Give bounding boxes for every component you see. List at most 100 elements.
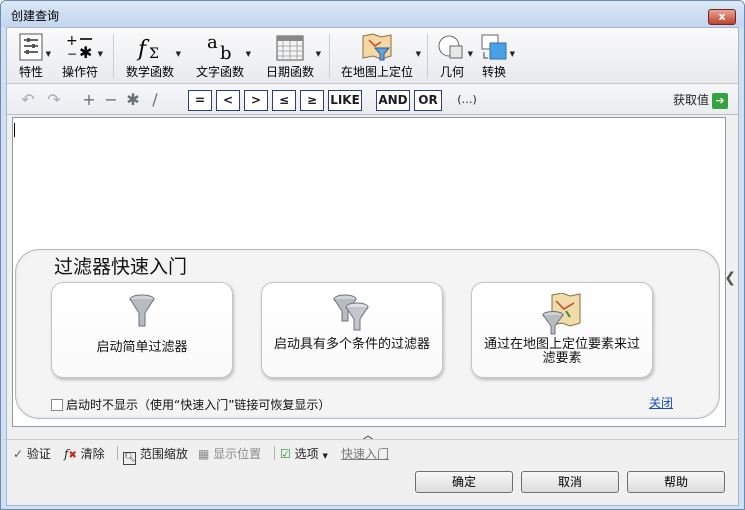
chevron-down-icon: ▼ <box>245 50 251 58</box>
greater-operator-button[interactable]: > <box>244 90 268 111</box>
chevron-down-icon: ▼ <box>322 452 328 460</box>
chevron-down-icon: ▼ <box>175 50 181 58</box>
dialog-client: ▼ 特性 + ✱ − ▼ 操作符 fΣ ▼ 数学函数 ab ▼ 文字函数 ▼ 日… <box>6 27 739 506</box>
map-funnel-icon <box>542 293 581 335</box>
convert-button[interactable]: ▼ 转换 <box>473 30 515 82</box>
convert-label: 转换 <box>481 65 506 79</box>
window-title: 创建查询 <box>11 9 60 23</box>
quick-start-link[interactable]: 快速入门 <box>341 445 389 462</box>
validate-button[interactable]: ✓ 验证 <box>13 445 51 462</box>
close-quick-start-link[interactable]: 关闭 <box>649 394 673 411</box>
close-button[interactable]: x <box>708 9 736 25</box>
zoom-icon: 🔍︎ <box>123 452 136 465</box>
options-button[interactable]: ☑ 选项 ▼ <box>280 445 328 462</box>
get-values-button[interactable]: 获取值 ➔ <box>673 91 728 109</box>
svg-text:Σ: Σ <box>149 46 159 62</box>
less-equal-operator-button[interactable]: ≤ <box>272 90 296 111</box>
like-operator-button[interactable]: LIKE <box>328 90 362 111</box>
convert-icon <box>481 34 507 60</box>
date-functions-button[interactable]: ▼ 日期函数 <box>259 30 321 82</box>
options-label: 选项 <box>294 447 319 461</box>
undo-icon[interactable]: ↶ <box>17 90 39 110</box>
date-functions-label: 日期函数 <box>265 65 314 79</box>
math-function-icon: fΣ <box>136 37 159 62</box>
checkbox-box <box>51 399 63 411</box>
bottom-toolbar: ✓ 验证 f✖ 清除 🔍︎ 范围缩放 ▦ 显示位置 ☑ 选项 ▼ 快速入门 <box>7 439 738 465</box>
funnel-icon <box>129 294 155 327</box>
function-ribbon: ▼ 特性 + ✱ − ▼ 操作符 fΣ ▼ 数学函数 ab ▼ 文字函数 ▼ 日… <box>7 28 738 84</box>
clear-label: 清除 <box>80 447 105 461</box>
or-operator-button[interactable]: OR <box>414 90 442 111</box>
properties-icon <box>19 33 43 61</box>
checkmark-icon: ✓ <box>13 447 24 461</box>
svg-text:f: f <box>136 37 150 62</box>
text-function-icon: ab <box>207 32 232 62</box>
redo-icon[interactable]: ↷ <box>43 90 65 110</box>
toolbar-divider <box>274 446 275 460</box>
create-query-window: 创建查询 x ▼ 特性 + ✱ − ▼ 操作符 fΣ ▼ 数学函数 ab ▼ 文… <box>0 0 745 510</box>
dont-show-at-startup-checkbox[interactable]: 启动时不显示（使用“快速入门”链接可恢复显示） <box>51 396 330 413</box>
locate-on-map-filter-card[interactable]: 通过在地图上定位要素来过滤要素 <box>471 282 653 378</box>
calendar-icon <box>276 35 304 61</box>
show-position-button[interactable]: ▦ 显示位置 <box>198 445 261 462</box>
svg-text:✱: ✱ <box>79 43 92 62</box>
math-functions-button[interactable]: fΣ ▼ 数学函数 <box>119 30 181 82</box>
validate-label: 验证 <box>26 447 51 461</box>
multi-condition-filter-label: 启动具有多个条件的过滤器 <box>273 337 430 352</box>
simple-filter-card[interactable]: 启动简单过滤器 <box>51 282 233 378</box>
properties-button[interactable]: ▼ 特性 <box>11 30 51 82</box>
properties-label: 特性 <box>18 65 43 79</box>
ok-button[interactable]: 确定 <box>415 471 513 493</box>
chevron-down-icon: ▼ <box>315 50 321 58</box>
help-button[interactable]: 帮助 <box>627 471 725 493</box>
locate-on-map-filter-label: 通过在地图上定位要素来过滤要素 <box>483 337 640 366</box>
checkbox-checked-icon: ☑ <box>280 447 291 461</box>
chevron-down-icon: ▼ <box>509 50 515 58</box>
get-values-label: 获取值 <box>672 93 709 107</box>
and-operator-button[interactable]: AND <box>376 90 410 111</box>
chevron-down-icon: ▼ <box>45 50 51 58</box>
ribbon-divider <box>329 34 330 78</box>
operators-label: 操作符 <box>61 65 98 79</box>
quick-start-title: 过滤器快速入门 <box>54 256 188 278</box>
geometry-label: 几何 <box>439 65 464 79</box>
toolbar-divider <box>117 446 118 460</box>
operators-icon: +✱− <box>66 33 92 62</box>
zoom-extent-label: 范围缩放 <box>139 447 188 461</box>
operators-button[interactable]: + ✱ − ▼ 操作符 <box>57 30 103 82</box>
locate-on-map-button[interactable]: ▼ 在地图上定位 <box>333 30 421 82</box>
simple-filter-label: 启动简单过滤器 <box>96 340 188 355</box>
text-caret <box>14 123 15 137</box>
greater-equal-operator-button[interactable]: ≥ <box>300 90 324 111</box>
svg-text:a: a <box>207 32 218 53</box>
svg-text:b: b <box>220 43 232 62</box>
ribbon-divider <box>427 34 428 78</box>
clear-function-icon: f✖ <box>64 447 77 461</box>
text-functions-button[interactable]: ab ▼ 文字函数 <box>189 30 251 82</box>
dont-show-label: 启动时不显示（使用“快速入门”链接可恢复显示） <box>66 398 331 412</box>
show-position-label: 显示位置 <box>213 447 262 461</box>
clear-button[interactable]: f✖ 清除 <box>64 445 105 462</box>
zoom-extent-button[interactable]: 🔍︎ 范围缩放 <box>123 445 188 465</box>
plus-icon[interactable]: + <box>79 90 99 110</box>
ribbon-divider <box>113 34 114 78</box>
operator-toolbar: ↶ ↷ + − ✱ ∕ = < > ≤ ≥ LIKE AND OR (…) 获取… <box>7 85 738 115</box>
multiple-funnels-icon <box>333 294 369 331</box>
geometry-icon <box>438 35 463 59</box>
multi-condition-filter-card[interactable]: 启动具有多个条件的过滤器 <box>261 282 443 378</box>
chevron-down-icon: ▼ <box>97 50 103 58</box>
math-functions-label: 数学函数 <box>125 65 174 79</box>
geometry-button[interactable]: ▼ 几何 <box>431 30 473 82</box>
minus-icon[interactable]: − <box>101 90 121 110</box>
less-operator-button[interactable]: < <box>216 90 240 111</box>
cancel-button[interactable]: 取消 <box>521 471 619 493</box>
text-functions-label: 文字函数 <box>195 65 244 79</box>
arrow-right-icon: ➔ <box>712 92 728 109</box>
parentheses-button[interactable]: (…) <box>455 90 479 110</box>
divide-icon[interactable]: ∕ <box>145 90 165 110</box>
chevron-left-icon[interactable]: ❮ <box>724 270 736 286</box>
locate-on-map-label: 在地图上定位 <box>340 65 413 79</box>
chevron-down-icon: ▼ <box>415 50 421 58</box>
multiply-icon[interactable]: ✱ <box>123 90 143 110</box>
equal-operator-button[interactable]: = <box>188 90 212 111</box>
